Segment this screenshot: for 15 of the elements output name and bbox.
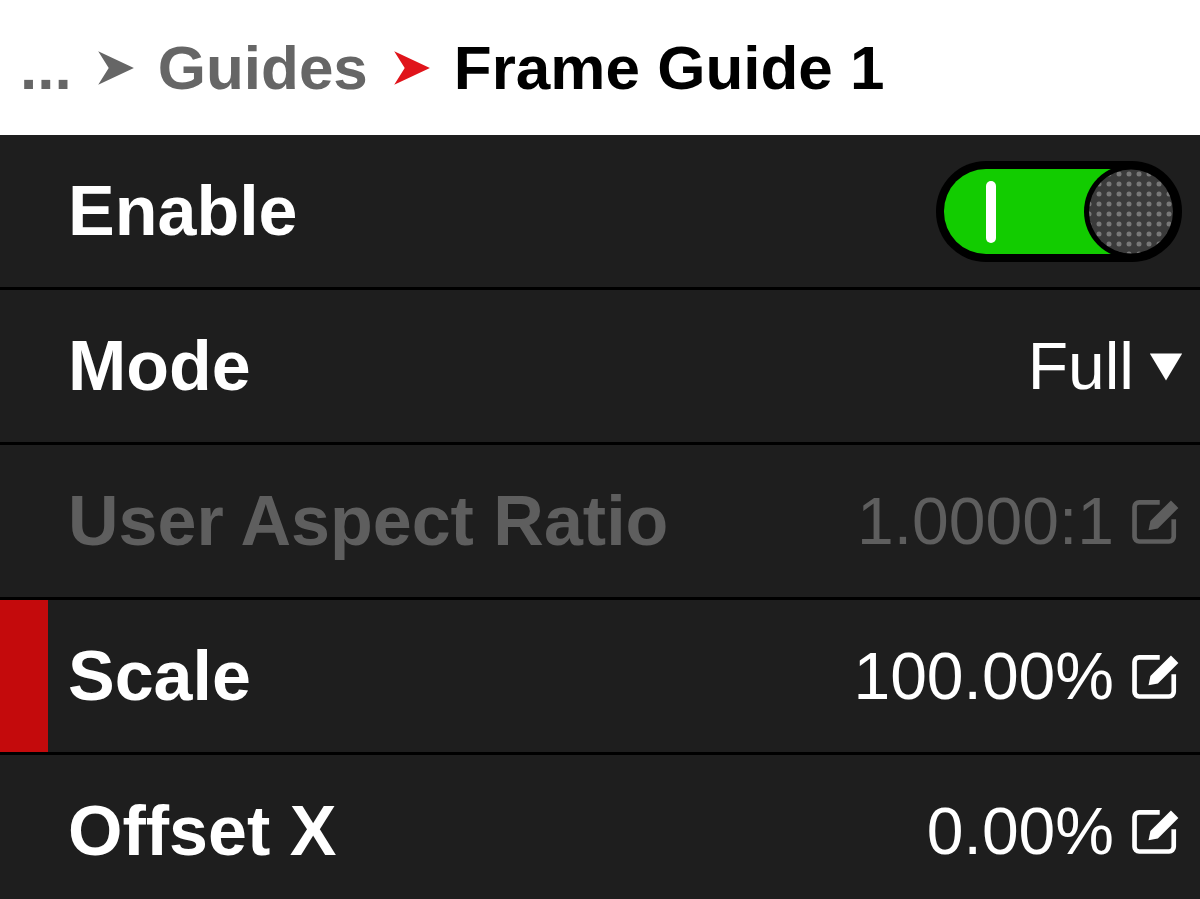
setting-value: 1.0000:1 [857, 483, 1114, 559]
setting-label: Mode [68, 326, 252, 406]
setting-label: User Aspect Ratio [68, 481, 670, 561]
setting-row[interactable]: Offset X 0.00% [0, 755, 1200, 899]
setting-row[interactable]: Scale 100.00% [0, 600, 1200, 752]
setting-label: Scale [68, 636, 252, 716]
dropdown-value[interactable]: Full [1027, 328, 1134, 404]
breadcrumb-link[interactable]: Guides [157, 32, 368, 103]
breadcrumb-link[interactable]: ... [20, 32, 72, 103]
setting-row[interactable]: Mode Full [0, 290, 1200, 442]
setting-label: Enable [68, 171, 299, 251]
setting-value: 100.00% [853, 638, 1114, 714]
setting-label: Offset X [68, 791, 338, 871]
setting-value: 0.00% [926, 793, 1114, 869]
setting-row[interactable]: Enable [0, 135, 1200, 287]
